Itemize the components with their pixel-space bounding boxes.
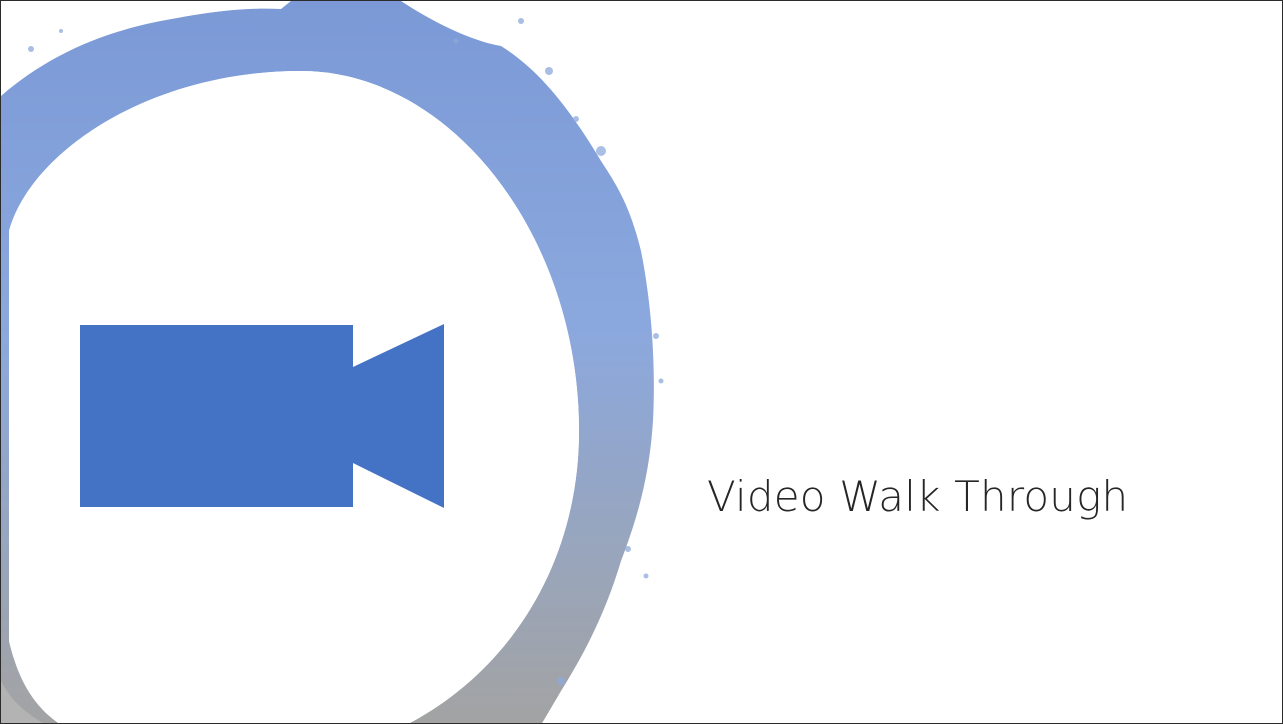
slide: Video Walk Through [0, 0, 1283, 724]
decorative-art [1, 1, 664, 723]
video-camera-icon [80, 324, 444, 508]
slide-title: Video Walk Through [707, 472, 1129, 521]
